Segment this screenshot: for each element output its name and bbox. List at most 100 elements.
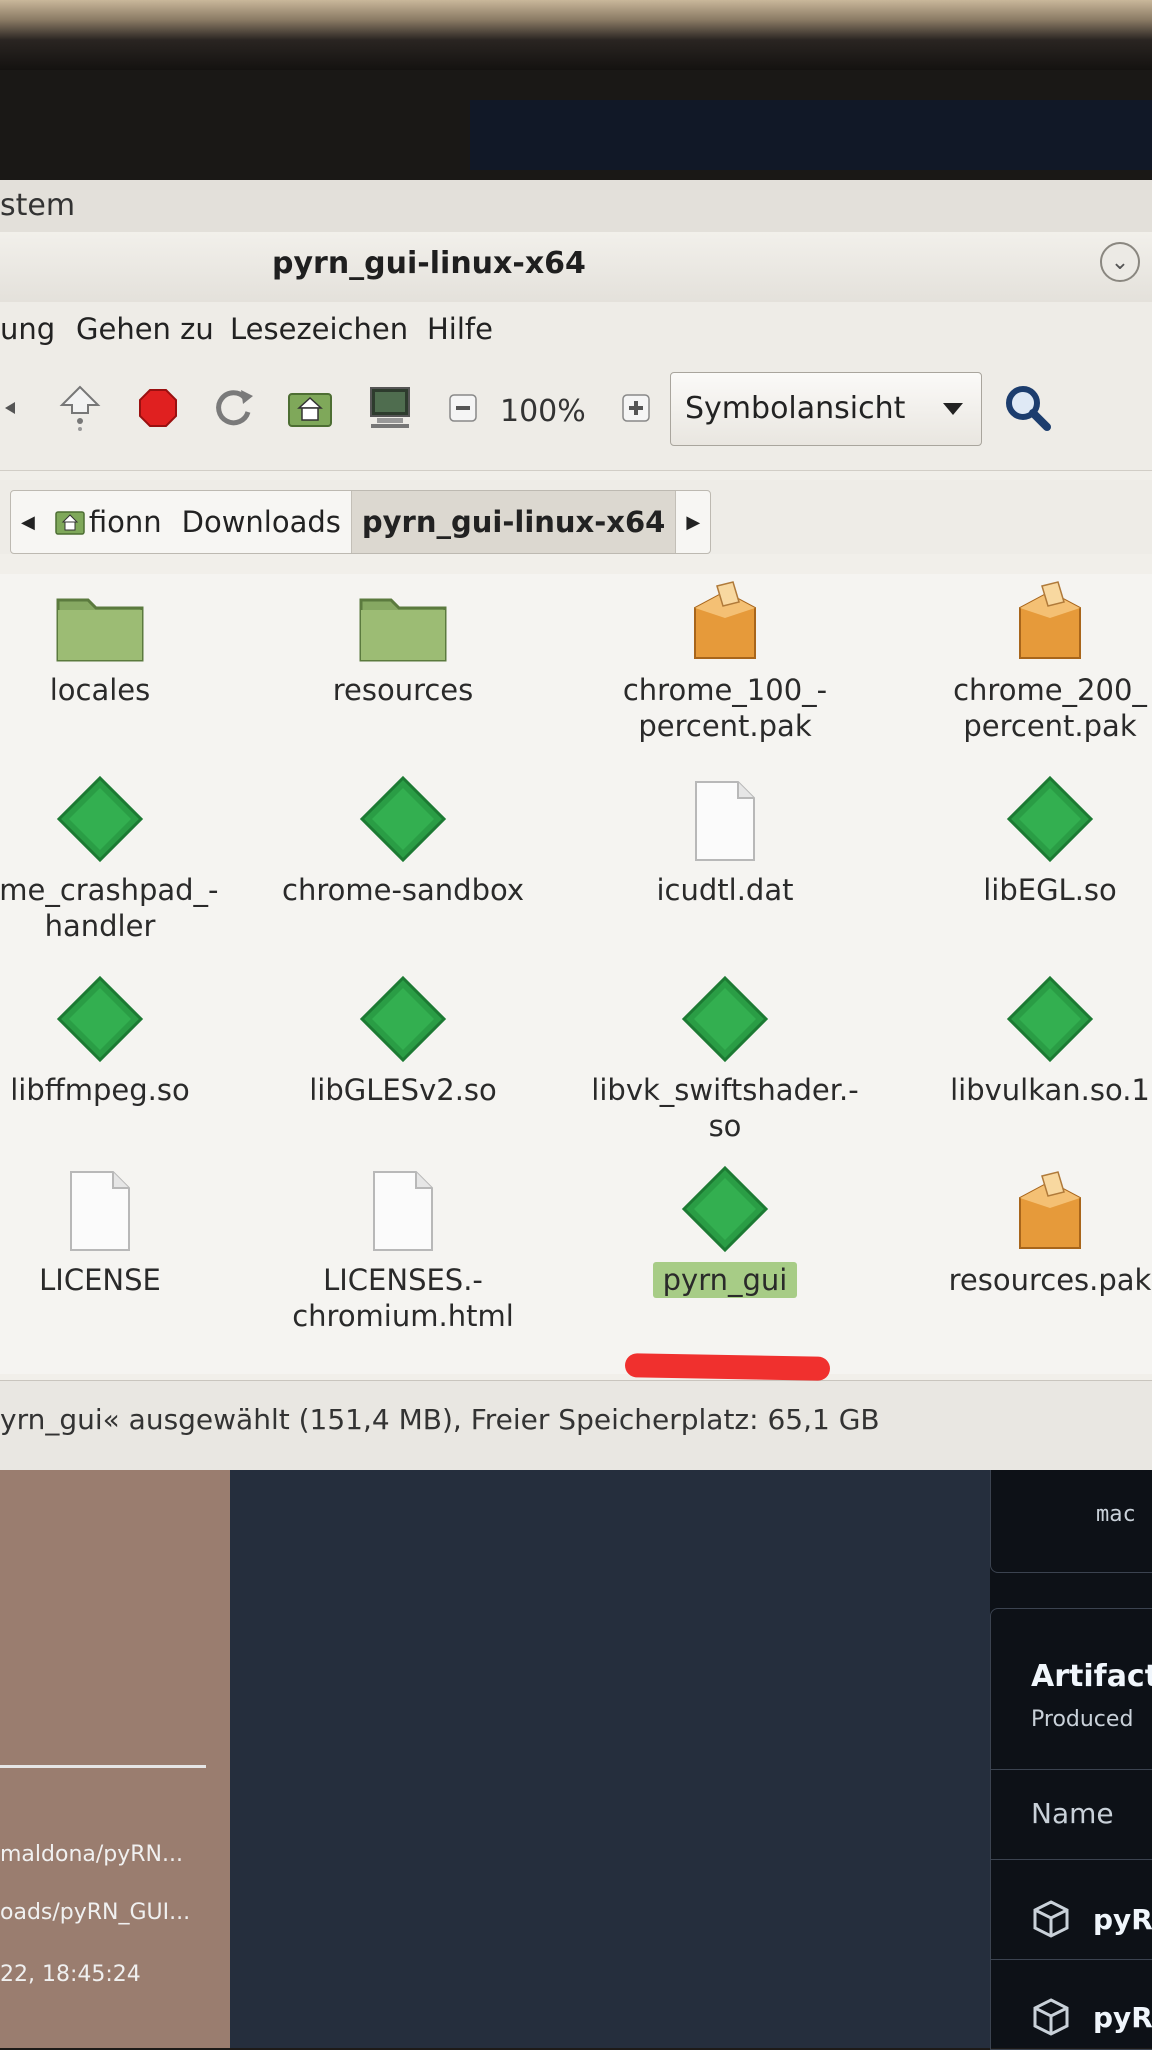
file-item[interactable]: libvulkan.so.1 <box>905 974 1152 1108</box>
file-item[interactable]: resources.pak <box>905 1164 1152 1298</box>
home-folder-icon <box>288 393 332 427</box>
status-text: yrn_gui« ausgewählt (151,4 MB), Freier S… <box>0 1403 880 1436</box>
menu-item-go[interactable]: Gehen zu <box>76 312 214 346</box>
breadcrumb-downloads[interactable]: Downloads <box>172 491 351 553</box>
home-folder-icon <box>55 511 85 535</box>
file-item[interactable]: locales <box>0 574 245 708</box>
background-text: oads/pyRN_GUI... <box>0 1900 191 1925</box>
package-icon <box>905 1164 1152 1254</box>
dropdown-arrow-icon <box>943 403 963 415</box>
computer-icon <box>370 387 410 428</box>
breadcrumb-label: pyrn_gui-linux-x64 <box>361 505 666 539</box>
red-underline-annotation <box>624 1353 831 1381</box>
background-divider <box>0 1765 206 1768</box>
search-button[interactable] <box>1000 380 1056 436</box>
file-item[interactable]: icudtl.dat <box>580 774 870 908</box>
file-name: ome_crashpad_- handler <box>0 873 219 943</box>
document-icon <box>258 1164 548 1254</box>
executable-icon <box>0 974 245 1064</box>
document-icon <box>0 1164 245 1254</box>
file-item[interactable]: LICENSES.- chromium.html <box>258 1164 548 1334</box>
folder-icon <box>0 574 245 664</box>
package-icon <box>1033 1998 1069 2036</box>
menu-item-bookmarks[interactable]: Lesezeichen <box>230 312 408 346</box>
zoom-in-button[interactable] <box>618 380 654 436</box>
executable-icon <box>580 974 870 1064</box>
artifacts-subheading: Produced <box>1031 1707 1134 1732</box>
file-item[interactable]: libGLESv2.so <box>258 974 548 1108</box>
file-item[interactable]: pyrn_gui <box>580 1164 870 1298</box>
artifact-name: pyR <box>1093 2000 1152 2034</box>
menu-item-help[interactable]: Hilfe <box>427 312 493 346</box>
breadcrumb-left-arrow[interactable]: ◀ <box>11 491 45 553</box>
executable-icon <box>0 774 245 864</box>
file-item[interactable]: chrome_200_ percent.pak <box>905 574 1152 744</box>
file-item[interactable]: libEGL.so <box>905 774 1152 908</box>
reload-button[interactable] <box>205 380 261 436</box>
parent-folder-button[interactable] <box>52 380 108 436</box>
plus-icon <box>622 394 650 422</box>
file-item[interactable]: libffmpeg.so <box>0 974 245 1108</box>
home-button[interactable] <box>282 380 338 436</box>
reload-icon <box>216 390 253 426</box>
background-left-panel: maldona/pyRN... oads/pyRN_GUI... 22, 18:… <box>0 1470 230 2048</box>
breadcrumb-label: Downloads <box>181 505 341 539</box>
file-name: libffmpeg.so <box>10 1073 190 1107</box>
title-bar[interactable]: pyrn_gui-linux-x64 ⌄ <box>0 232 1152 302</box>
file-name: LICENSES.- chromium.html <box>292 1263 514 1333</box>
package-icon <box>580 574 870 664</box>
file-item[interactable]: resources <box>258 574 548 708</box>
folder-icon <box>258 574 548 664</box>
background-text: 22, 18:45:24 <box>0 1962 141 1987</box>
artifact-row[interactable]: pyR <box>1031 1899 1152 1939</box>
file-name: resources <box>332 673 474 707</box>
file-icon-view: locales resources chrome_100_- percent.pak… <box>0 574 1152 1374</box>
divider <box>991 1769 1152 1770</box>
stop-button[interactable] <box>130 380 186 436</box>
breadcrumb-current[interactable]: pyrn_gui-linux-x64 <box>350 491 677 553</box>
executable-icon <box>258 974 548 1064</box>
breadcrumb-right-arrow[interactable]: ▶ <box>676 491 710 553</box>
location-bar: ◀ fionn Downloads pyrn_gui-linux-x64 ▶ <box>0 480 1152 554</box>
breadcrumb-label: fionn <box>88 505 162 539</box>
file-name: locales <box>49 673 151 707</box>
file-item[interactable]: ome_crashpad_- handler <box>0 774 245 944</box>
package-icon <box>1033 1900 1069 1938</box>
minus-icon <box>449 394 477 422</box>
back-button[interactable] <box>0 380 20 436</box>
up-arrow-icon <box>59 385 101 431</box>
document-icon <box>580 774 870 864</box>
breadcrumb-home[interactable]: fionn <box>45 491 172 553</box>
status-bar: yrn_gui« ausgewählt (151,4 MB), Freier S… <box>0 1380 1152 1471</box>
view-mode-select[interactable]: Symbolansicht <box>670 372 982 446</box>
artifacts-heading: Artifact <box>1031 1659 1152 1694</box>
file-name: resources.pak <box>948 1263 1152 1297</box>
file-name: chrome-sandbox <box>282 873 524 907</box>
zoom-out-button[interactable] <box>445 380 481 436</box>
artifact-row[interactable]: pyR <box>1031 1997 1152 2037</box>
search-icon <box>1006 386 1051 431</box>
computer-button[interactable] <box>362 380 418 436</box>
file-name: chrome_200_ percent.pak <box>953 673 1147 743</box>
system-menu-label[interactable]: stem <box>0 188 75 223</box>
name-column-header: Name <box>1031 1797 1114 1830</box>
system-menu-bar: stem <box>0 180 1152 233</box>
background-mono-text: mac <box>1096 1502 1136 1527</box>
menu-item-view[interactable]: ung <box>0 312 55 346</box>
breadcrumb: ◀ fionn Downloads pyrn_gui-linux-x64 ▶ <box>10 490 712 554</box>
file-item[interactable]: libvk_swiftshader.- so <box>580 974 870 1144</box>
file-item[interactable]: chrome_100_- percent.pak <box>580 574 870 744</box>
file-name: pyrn_gui <box>652 1262 798 1298</box>
artifacts-card: Artifact Produced Name pyR pyR <box>990 1608 1152 2050</box>
divider <box>991 1959 1152 1960</box>
file-name: libGLESv2.so <box>309 1073 497 1107</box>
photo-background-top <box>0 0 1152 70</box>
file-item[interactable]: chrome-sandbox <box>258 774 548 908</box>
background-text: maldona/pyRN... <box>0 1842 183 1867</box>
window-title: pyrn_gui-linux-x64 <box>272 246 586 281</box>
window-menu-button[interactable]: ⌄ <box>1100 242 1140 282</box>
background-screen-strip <box>470 100 1152 170</box>
file-item[interactable]: LICENSE <box>0 1164 245 1298</box>
divider <box>991 1859 1152 1860</box>
file-name: LICENSE <box>39 1263 161 1297</box>
